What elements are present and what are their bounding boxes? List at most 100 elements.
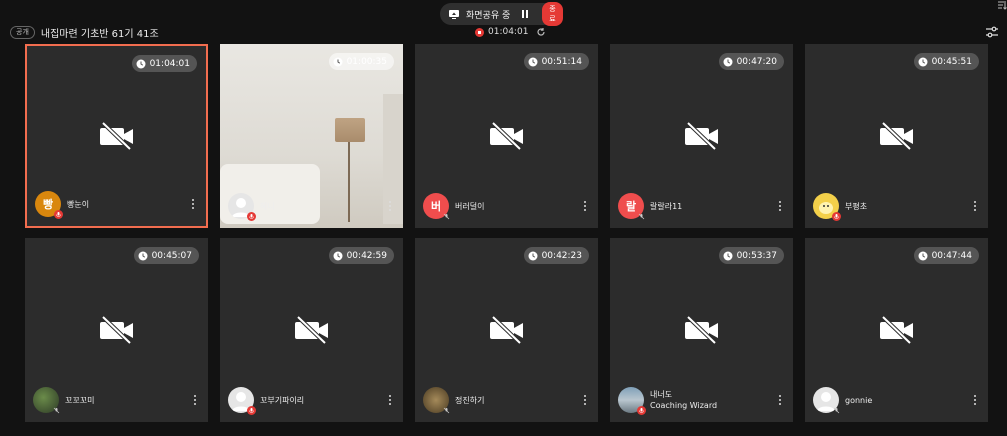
avatar [618, 387, 646, 415]
clock-icon [528, 251, 538, 261]
participant-timer-text: 01:04:01 [149, 58, 190, 69]
participant-name-block: gonnie [845, 395, 872, 406]
participant-footer: 부평초 [813, 192, 980, 221]
avatar [423, 387, 451, 415]
participant-timer: 00:42:59 [328, 247, 394, 264]
screen-share-bar: 화면공유 중 종료 [440, 2, 563, 26]
participant-footer: 꼬꼬꼬미 [33, 386, 200, 414]
mic-icon [442, 212, 451, 221]
video-conference-app: 화면공유 중 종료 01:04:01 공개 내집마련 기초반 61기 41조 0… [0, 0, 1007, 436]
recording-icon [475, 27, 484, 37]
room-header: 공개 내집마련 기초반 61기 41조 [10, 25, 159, 40]
avatar [228, 193, 256, 221]
participant-timer: 00:45:07 [133, 247, 199, 264]
more-vertical-icon[interactable] [387, 394, 393, 406]
camera-off-icon [97, 315, 137, 345]
participant-footer: 꼬부기파이리 [228, 386, 395, 415]
mic-icon [54, 210, 63, 219]
participant-timer: 01:04:01 [131, 55, 197, 72]
participant-name: 랄랄라11 [650, 201, 683, 211]
participant-footer: 버 버러덜이 [423, 192, 590, 220]
mic-icon [442, 406, 451, 415]
participant-tile[interactable]: 00:42:23 정진하기 [415, 238, 598, 422]
participant-timer: 00:42:23 [523, 247, 589, 264]
participant-timer-text: 00:45:07 [151, 250, 192, 261]
participant-subname: Coaching Wizard [650, 401, 718, 410]
avatar: 빵 [35, 191, 63, 219]
participant-name-block: 빵눈이 [67, 199, 89, 210]
clock-icon [918, 251, 928, 261]
more-vertical-icon[interactable] [582, 200, 588, 212]
participant-timer: 00:45:51 [913, 53, 979, 70]
camera-off-icon [487, 121, 527, 151]
screen-share-label: 화면공유 중 [466, 10, 511, 21]
background-lamp-shade [335, 118, 365, 142]
mic-icon [52, 406, 61, 415]
mic-icon [637, 212, 646, 221]
participant-footer: 혜니 [228, 192, 395, 221]
participant-name-block: 버러덜이 [455, 201, 484, 212]
participant-timer: 01:00:35 [328, 53, 394, 70]
participant-tile[interactable]: 00:47:44 gonnie [805, 238, 988, 422]
participant-footer: 빵 빵눈이 [35, 190, 198, 219]
clock-icon [918, 57, 928, 67]
participant-footer: 랄 랄랄라11 [618, 192, 785, 220]
participant-footer: gonnie [813, 386, 980, 414]
participant-timer-text: 00:42:59 [346, 250, 387, 261]
mic-icon [247, 406, 256, 415]
avatar [813, 387, 840, 414]
more-vertical-icon[interactable] [582, 394, 588, 406]
participant-timer: 00:51:14 [523, 53, 589, 70]
recording-timer: 01:04:01 [475, 26, 546, 38]
more-vertical-icon[interactable] [777, 394, 783, 406]
visibility-badge: 공개 [10, 26, 35, 39]
refresh-icon[interactable] [536, 27, 546, 37]
participant-footer: 내너도 Coaching Wizard [618, 386, 785, 415]
participant-name: 부평초 [845, 201, 868, 211]
camera-off-icon [877, 315, 917, 345]
participant-name: 혜니 [260, 201, 275, 211]
clock-icon [136, 59, 146, 69]
avatar [228, 387, 256, 415]
participant-tile[interactable]: 01:00:35 혜니 [220, 44, 403, 228]
more-vertical-icon[interactable] [387, 200, 393, 212]
participant-tile[interactable]: 00:45:51 부평초 [805, 44, 988, 228]
end-share-button[interactable]: 종료 [542, 2, 563, 26]
mic-icon [247, 212, 256, 221]
participant-tile[interactable]: 00:45:07 꼬꼬꼬미 [25, 238, 208, 422]
mic-icon [637, 406, 646, 415]
participant-name-block: 랄랄라11 [650, 201, 682, 212]
pause-icon[interactable] [520, 9, 530, 19]
participant-footer: 정진하기 [423, 386, 590, 414]
more-vertical-icon[interactable] [192, 394, 198, 406]
monitor-share-icon [448, 8, 460, 20]
participant-name: 빵눈이 [67, 199, 90, 209]
more-vertical-icon[interactable] [972, 200, 978, 212]
mic-icon [832, 212, 841, 221]
participant-tile[interactable]: 01:04:01 빵 빵눈이 [25, 44, 208, 228]
sort-icon[interactable] [997, 0, 1007, 10]
clock-icon [333, 251, 343, 261]
clock-icon [138, 251, 148, 261]
camera-off-icon [97, 121, 137, 151]
participant-timer: 00:47:20 [718, 53, 784, 70]
participant-name-block: 꼬부기파이리 [260, 395, 304, 406]
more-vertical-icon[interactable] [972, 394, 978, 406]
participant-tile[interactable]: 00:51:14 버 버러덜이 [415, 44, 598, 228]
participant-name: 버러덜이 [455, 201, 485, 211]
avatar [33, 387, 61, 415]
more-vertical-icon[interactable] [190, 198, 196, 210]
camera-off-icon [682, 315, 722, 345]
participant-timer: 00:47:44 [913, 247, 979, 264]
more-vertical-icon[interactable] [777, 200, 783, 212]
sliders-icon[interactable] [985, 25, 999, 39]
participant-timer-text: 00:47:20 [736, 56, 777, 67]
participant-tile[interactable]: 00:42:59 꼬부기파이리 [220, 238, 403, 422]
participant-tile[interactable]: 00:47:20 랄 랄랄라11 [610, 44, 793, 228]
avatar: 랄 [618, 193, 646, 221]
clock-icon [723, 251, 733, 261]
participant-timer-text: 00:47:44 [931, 250, 972, 261]
participant-tile[interactable]: 00:53:37 내너도 Coaching Wizard [610, 238, 793, 422]
participant-grid: 01:04:01 빵 빵눈이 01:00:35 혜니 00:51:14 버 버러… [25, 44, 988, 422]
participant-name: 내너도 [650, 390, 673, 399]
